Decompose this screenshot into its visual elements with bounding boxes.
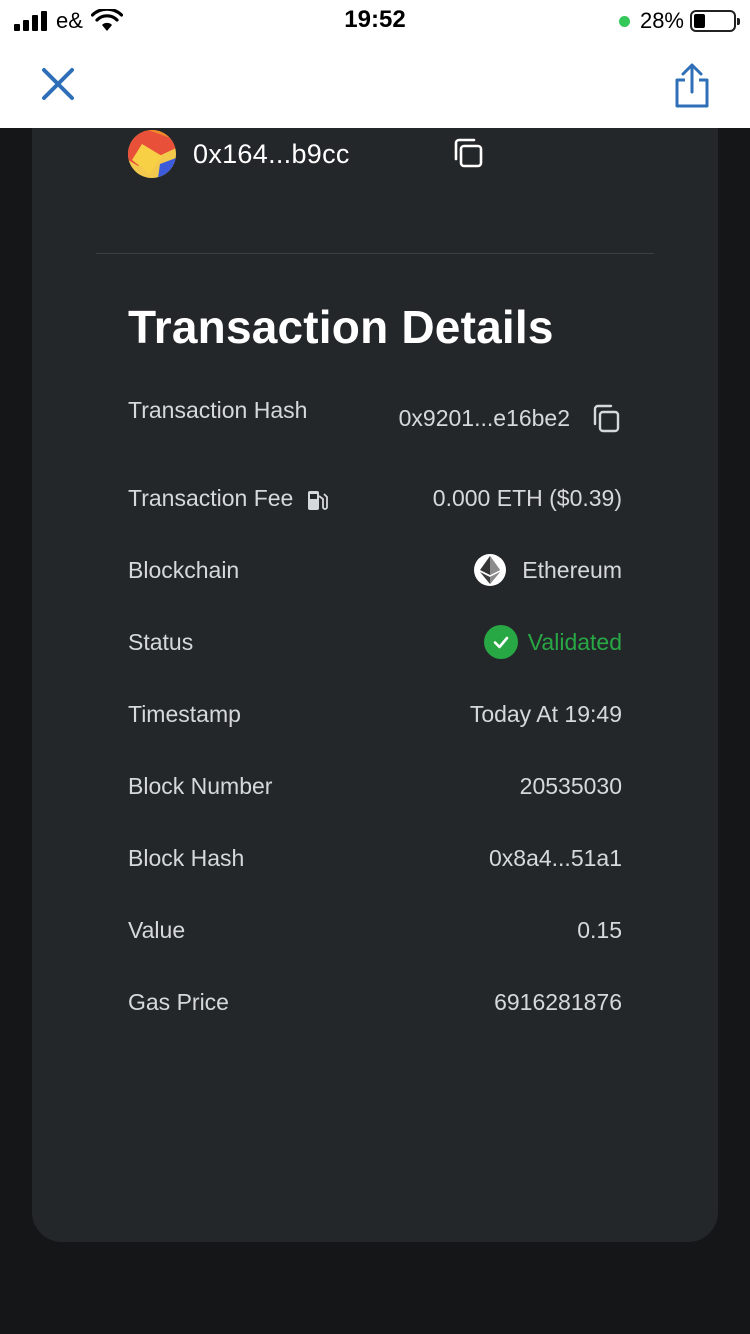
- status-value-wrap: Validated: [483, 622, 622, 662]
- timestamp-label: Timestamp: [128, 701, 241, 727]
- privacy-indicator: [618, 15, 630, 27]
- row-blockchain: Blockchain Ethereum: [128, 550, 622, 590]
- status-right: 28%: [618, 8, 740, 34]
- copy-hash-button[interactable]: [590, 401, 622, 435]
- blockchain-value: Ethereum: [522, 557, 622, 583]
- close-icon: [42, 68, 74, 100]
- block-number-value: 20535030: [519, 773, 622, 799]
- battery-icon: [690, 10, 740, 32]
- value-label: Value: [128, 917, 186, 943]
- battery-fill: [694, 14, 705, 28]
- transaction-hash-value: 0x9201...e16be2: [398, 405, 570, 431]
- gas-pump-icon: [307, 490, 328, 510]
- transaction-fee-value: 0.000 ETH ($0.39): [432, 485, 622, 511]
- transaction-hash-label: Transaction Hash: [128, 397, 308, 423]
- copy-address-button[interactable]: [450, 135, 486, 171]
- transaction-card: [32, 128, 718, 1242]
- block-hash-label: Block Hash: [128, 845, 245, 871]
- value-value: 0.15: [577, 917, 622, 943]
- row-block-number: Block Number 20535030: [128, 766, 622, 806]
- blockchain-label: Blockchain: [128, 557, 240, 583]
- account-address: 0x164...b9cc: [193, 138, 350, 169]
- share-icon: [675, 63, 709, 108]
- status-label: Status: [128, 629, 194, 655]
- check-circle-icon: [483, 625, 518, 659]
- content-area: 0x164...b9cc Transaction Details Transac…: [0, 128, 750, 1334]
- row-value: Value 0.15: [128, 910, 622, 950]
- row-block-hash: Block Hash 0x8a4...51a1: [128, 838, 622, 878]
- blockchain-value-wrap: Ethereum: [474, 550, 622, 590]
- transaction-hash-value-wrap: 0x9201...e16be2: [399, 398, 622, 438]
- battery-percent: 28%: [639, 8, 684, 33]
- nav-bar: [0, 40, 750, 128]
- copy-icon: [593, 404, 620, 433]
- row-gas-price: Gas Price 6916281876: [128, 982, 622, 1022]
- block-hash-value: 0x8a4...51a1: [488, 845, 622, 871]
- account-avatar: [128, 130, 176, 178]
- transaction-fee-label-wrap: Transaction Fee: [128, 478, 328, 518]
- ethereum-icon: [474, 554, 507, 586]
- gas-price-value: 6916281876: [494, 989, 622, 1015]
- gas-price-label: Gas Price: [128, 989, 229, 1015]
- transaction-fee-label: Transaction Fee: [128, 485, 294, 511]
- row-transaction-fee: Transaction Fee 0.000 ETH ($0.39): [128, 478, 622, 518]
- page-title: Transaction Details: [128, 301, 554, 353]
- block-number-label: Block Number: [128, 773, 273, 799]
- status-bar: e& 19:52 28%: [0, 0, 750, 40]
- account-row: 0x164...b9cc: [128, 130, 350, 178]
- copy-icon: [454, 138, 483, 168]
- row-timestamp: Timestamp Today At 19:49: [128, 694, 622, 734]
- close-button[interactable]: [36, 62, 80, 106]
- status-value: Validated: [527, 629, 622, 655]
- row-transaction-hash: Transaction Hash 0x9201...e16be2: [128, 390, 622, 433]
- timestamp-value: Today At 19:49: [469, 701, 622, 727]
- share-button[interactable]: [670, 62, 714, 110]
- row-status: Status Validated: [128, 622, 622, 662]
- divider: [96, 253, 654, 254]
